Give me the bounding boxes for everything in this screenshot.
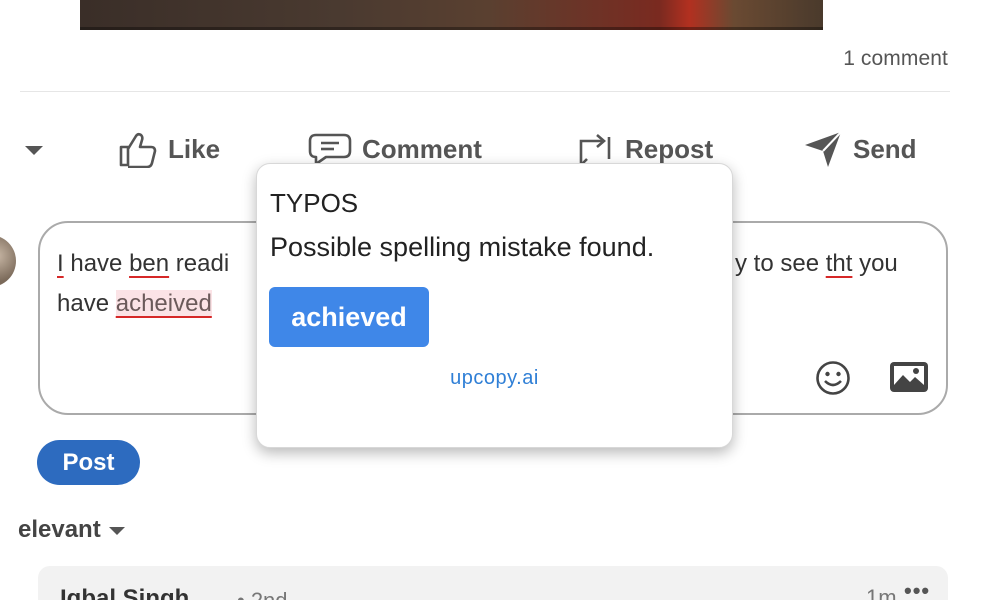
more-options-icon[interactable]: ••• — [904, 578, 930, 600]
send-button[interactable]: Send — [803, 118, 917, 180]
typo-word[interactable]: I — [57, 250, 64, 277]
like-label: Like — [168, 133, 221, 164]
suggestion-button[interactable]: achieved — [269, 287, 429, 347]
sort-label: elevant — [18, 516, 101, 543]
popup-message: Possible spelling mistake found. — [270, 232, 655, 262]
typo-word-highlighted[interactable]: acheived — [115, 290, 212, 317]
post-button[interactable]: Post — [37, 440, 140, 485]
sort-dropdown[interactable]: elevant — [18, 516, 125, 544]
text-run: readi — [169, 250, 230, 277]
text-run: y to see — [735, 250, 826, 277]
text-run: have — [57, 290, 116, 317]
commenter-name[interactable]: Iqbal Singh — [60, 585, 189, 600]
popup-title: TYPOS — [270, 188, 359, 218]
text-run: you — [852, 250, 898, 277]
like-button[interactable]: Like — [118, 118, 220, 180]
divider — [20, 91, 950, 92]
avatar[interactable] — [0, 235, 16, 287]
comment-line-1: I have ben readi — [57, 244, 229, 284]
comment-line-2: have acheived — [57, 284, 212, 324]
comment-time: 1m — [866, 585, 897, 600]
comment-icon — [308, 133, 352, 166]
image-icon[interactable] — [889, 361, 929, 393]
text-run: have — [63, 250, 130, 277]
thumbs-up-icon — [119, 132, 157, 168]
post-image[interactable] — [80, 0, 823, 30]
typo-word[interactable]: ben — [129, 250, 169, 277]
caret-down-icon — [108, 527, 125, 535]
brand-link[interactable]: upcopy.ai — [256, 367, 733, 390]
connection-degree: • 2nd — [237, 588, 288, 600]
comment-label: Comment — [362, 133, 482, 164]
typo-word[interactable]: tht — [826, 250, 853, 277]
comment-count-link[interactable]: 1 comment — [843, 47, 948, 71]
send-icon — [805, 131, 842, 167]
emoji-icon[interactable] — [815, 360, 851, 396]
send-label: Send — [853, 133, 917, 164]
comment-line-1-tail: y to see tht you — [735, 244, 898, 284]
repost-label: Repost — [625, 133, 714, 164]
